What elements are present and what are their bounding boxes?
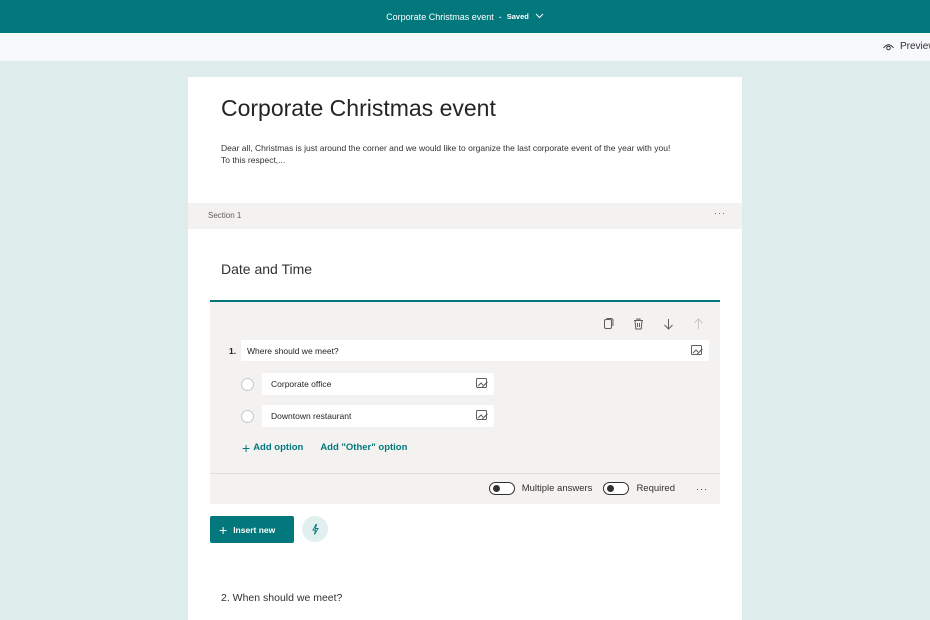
description-line-1: Dear all, Christmas is just around the c… [221,143,671,153]
saved-status: Saved [506,12,529,21]
trash-icon[interactable] [630,316,646,332]
option-input[interactable]: Downtown restaurant [262,405,494,427]
section-label[interactable]: Section 1 [208,211,241,220]
arrow-down-icon[interactable] [660,316,676,332]
radio-button[interactable] [241,377,254,391]
chevron-down-icon[interactable] [535,12,544,21]
arrow-up-icon[interactable] [690,316,706,332]
question-title-text: Where should we meet? [247,345,339,356]
section-header: Section 1 ··· [188,203,742,229]
multiple-answers-setting[interactable]: Multiple answers [488,482,593,495]
plus-icon: + [242,439,251,456]
form-header-card: Corporate Christmas event Dear all, Chri… [188,77,742,203]
question-more-icon[interactable]: ··· [696,484,708,494]
description-line-2: To this respect,... [221,155,286,165]
section-card: Date and Time 1. Where should we meet? C… [188,229,742,620]
title-bar[interactable]: Corporate Christmas event - Saved [0,0,930,33]
command-bar [0,33,930,61]
title-separator: - [498,11,502,22]
image-edit-icon[interactable] [476,377,488,391]
option-row: Downtown restaurant [241,405,494,427]
multiple-answers-toggle[interactable] [488,482,515,495]
option-label: Downtown restaurant [271,411,352,421]
question-footer-divider [210,473,720,474]
add-option-link[interactable]: Add option [253,442,303,453]
insert-new-button[interactable]: + Insert new [210,516,294,543]
question-card-active[interactable]: 1. Where should we meet? Corporate offic… [210,300,720,504]
form-name: Corporate Christmas event [386,11,494,22]
question-number: 1. [229,345,237,356]
required-label: Required [636,483,675,494]
required-setting[interactable]: Required [603,482,675,495]
form-title[interactable]: Corporate Christmas event [221,95,496,122]
plus-icon: + [219,521,228,538]
multiple-answers-label: Multiple answers [521,483,593,494]
add-option-row: + Add option Add "Other" option [242,439,407,456]
question-settings: Multiple answers Required ··· [488,482,708,495]
insert-new-label: Insert new [233,524,276,535]
question-title-input[interactable]: Where should we meet? [241,340,709,361]
radio-button[interactable] [241,409,254,423]
preview-label: Preview [900,41,930,52]
question-2-title[interactable]: 2. When should we meet? [221,592,342,604]
quick-suggestion-button[interactable] [302,516,328,542]
option-row: Corporate office [241,373,494,395]
section-subtitle[interactable]: Date and Time [221,261,312,277]
question-toolbar [600,316,706,332]
add-other-option-link[interactable]: Add "Other" option [320,442,407,453]
lightning-icon [311,523,319,535]
image-edit-icon[interactable] [691,344,703,358]
question-row: 1. Where should we meet? [229,340,709,361]
preview-button[interactable]: Preview [883,41,930,52]
copy-icon[interactable] [600,316,616,332]
option-input[interactable]: Corporate office [262,373,494,395]
image-edit-icon[interactable] [476,409,488,423]
section-more-icon[interactable]: ··· [714,208,726,218]
option-label: Corporate office [271,379,332,389]
eye-icon [883,43,894,50]
required-toggle[interactable] [603,482,630,495]
form-description[interactable]: Dear all, Christmas is just around the c… [221,142,721,166]
